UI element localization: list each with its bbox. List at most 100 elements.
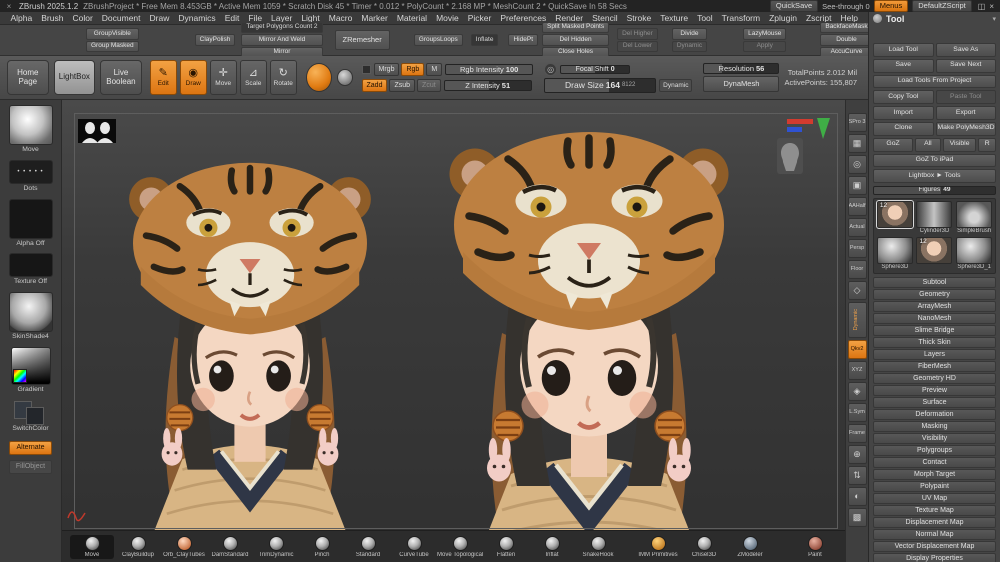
right-shelf-button[interactable]: SPro 3 [848,113,867,132]
rgb-intensity-slider[interactable]: Rgb Intensity 100 [445,64,533,75]
tool-inventory-item[interactable]: Sphere3D [876,237,914,271]
right-shelf-button[interactable]: ⊕ [848,445,867,464]
menu-item[interactable]: Texture [656,13,693,23]
sculpt-mode-toggle[interactable]: Zadd [362,79,388,92]
subpalette-header[interactable]: Contact [873,457,996,468]
tool-palette-header[interactable]: Tool ▾ [873,12,996,25]
right-shelf-button[interactable]: Floor [848,260,867,279]
tool-button[interactable]: Save Next [936,59,997,73]
palette-item[interactable]: Move [9,105,53,154]
subpalette-header[interactable]: Morph Target [873,469,996,480]
shelf-button[interactable]: Inflate [471,34,499,46]
shelf-button[interactable]: Group Masked [86,41,139,53]
brush-thumbnail[interactable]: TrimDynamic [254,535,298,559]
mesh-tool-thumbnail[interactable]: ZModeler [728,535,772,559]
tool-button[interactable]: GoZ [873,138,913,152]
tool-inventory-item[interactable]: Sphere3D_1 [955,237,993,271]
shelf-button[interactable]: Del Higher [617,28,658,40]
tool-button[interactable]: Export [936,106,997,120]
brush-thumbnail[interactable]: Orb_ClayTubes [162,535,206,559]
tool-button[interactable]: Make PolyMesh3D [936,122,997,136]
brush-thumbnail[interactable]: CurveTube [392,535,436,559]
palette-item[interactable]: SwitchColor [11,400,51,433]
window-control-icon[interactable]: ◫ [976,2,988,11]
subpalette-header[interactable]: Layers [873,349,996,360]
menu-item[interactable]: Transform [717,13,764,23]
menu-item[interactable]: Marker [357,13,392,23]
brush-thumbnail[interactable]: ClayBuildup [116,535,160,559]
subpalette-header[interactable]: NanoMesh [873,313,996,324]
lightbox-button[interactable]: LightBox [54,60,96,95]
palette-item[interactable]: Texture Off [9,253,53,286]
menu-item[interactable]: Document [97,13,145,23]
figures-slider[interactable]: Figures 49 [873,186,996,195]
menu-item[interactable]: Brush [37,13,68,23]
subpalette-header[interactable]: Polygroups [873,445,996,456]
tool-button[interactable]: R [978,138,996,152]
tool-button[interactable]: Save [873,59,934,73]
subpalette-header[interactable]: Surface [873,397,996,408]
right-shelf-button[interactable]: Actual [848,218,867,237]
tool-button[interactable]: Load Tools From Project [873,75,996,89]
subpalette-header[interactable]: Geometry [873,289,996,300]
subpalette-header[interactable]: Polypaint [873,481,996,492]
tool-inventory-item[interactable]: Cylinder3D [916,201,954,235]
window-control-icon[interactable]: × [987,2,996,11]
menu-item[interactable]: Macro [324,13,357,23]
tool-button[interactable]: Clone [873,122,934,136]
menu-item[interactable]: Tool [693,13,718,23]
menu-item[interactable]: Alpha [6,13,37,23]
live-boolean-button[interactable]: Live Boolean [100,60,142,95]
home-page-button[interactable]: Home Page [7,60,49,95]
right-shelf-button[interactable]: ⇅ [848,466,867,485]
shelf-button[interactable]: Divide [672,28,707,40]
right-shelf-button[interactable]: Qkv2 [848,340,867,359]
subpalette-header[interactable]: Deformation [873,409,996,420]
subpalette-header[interactable]: Slime Bridge [873,325,996,336]
right-shelf-button[interactable]: ◇ [848,281,867,300]
shelf-button[interactable]: Del Lower [617,41,658,53]
right-shelf-button[interactable]: XYZ [848,361,867,380]
shelf-button[interactable]: Mirror And Weld [241,34,322,46]
tool-button[interactable]: Lightbox ► Tools [873,169,996,183]
mode-button[interactable]: ⊿ Scale [240,60,267,95]
menu-item[interactable]: Movie [432,13,464,23]
menu-item[interactable]: Dynamics [174,13,220,23]
brush-thumbnail[interactable]: Standard [346,535,390,559]
shelf-button[interactable]: GroupVisible [86,28,139,40]
tool-button[interactable]: Save As [936,43,997,57]
subpalette-header[interactable]: FiberMesh [873,361,996,372]
menu-item[interactable]: Zplugin [765,13,802,23]
z-intensity-slider[interactable]: Z Intensity 51 [444,80,532,91]
brush-thumbnail[interactable]: DamStandard [208,535,252,559]
shelf-button[interactable]: Dynamic [672,41,707,53]
paint-mode-toggle[interactable]: Mrgb [374,63,400,76]
palette-item[interactable]: SkinShade4 [9,292,53,341]
subpalette-header[interactable]: Masking [873,421,996,432]
subpalette-header[interactable]: Display Properties [873,553,996,562]
subpalette-header[interactable]: ArrayMesh [873,301,996,312]
brush-thumbnail[interactable]: SnakeHook [576,535,620,559]
tool-button[interactable]: Load Tool [873,43,934,57]
right-shelf-button[interactable]: ◐ [848,487,867,506]
menu-item[interactable]: Picker [463,13,496,23]
right-shelf-button[interactable]: ▣ [848,176,867,195]
right-shelf-button[interactable]: AAHalf [848,197,867,216]
shelf-button[interactable]: Double [820,34,872,46]
paint-mode-toggle[interactable]: M [426,63,442,76]
camera-head-widget[interactable] [777,138,803,174]
see-through-slider[interactable]: See-through 0 [822,2,870,11]
mode-button[interactable]: ↻ Rotate [270,60,297,95]
shelf-button[interactable]: LazyMouse [743,28,786,40]
palette-item[interactable]: Alpha Off [9,199,53,248]
tool-button[interactable]: GoZ To iPad [873,154,996,168]
subpalette-header[interactable]: Displacement Map [873,517,996,528]
palette-item[interactable]: Alternate [9,439,51,455]
paint-mode-toggle[interactable]: Rgb [401,63,424,76]
mode-button[interactable]: ✛ Move [210,60,237,95]
palette-item[interactable]: Dots [9,160,53,193]
palette-item[interactable]: FillObject [9,458,52,474]
mode-button[interactable]: ✎ Edit [150,60,177,95]
subpalette-header[interactable]: Subtool [873,277,996,288]
shelf-button[interactable]: Split Masked Points [542,22,609,34]
